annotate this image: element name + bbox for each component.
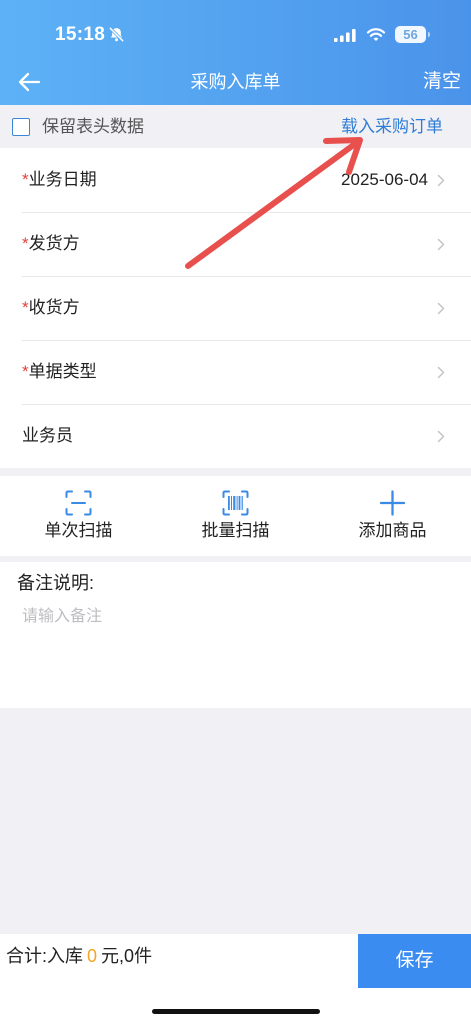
- action-label: 添加商品: [358, 521, 427, 540]
- required-asterisk: *: [22, 170, 29, 189]
- field-label-text: 业务日期: [28, 170, 97, 189]
- field-label: 业务员: [22, 404, 73, 468]
- total-label: 合计:入库: [6, 946, 84, 966]
- field-label: *业务日期: [22, 148, 97, 212]
- field-label: *收货方: [22, 276, 80, 340]
- field-label-text: 收货方: [28, 298, 80, 317]
- plus-icon: [379, 490, 406, 516]
- remarks-section: 备注说明:: [0, 562, 471, 708]
- remarks-label: 备注说明:: [17, 573, 95, 593]
- barcode-scan-icon: [222, 490, 249, 516]
- count-unit: 件: [134, 946, 153, 966]
- form-row-salesperson[interactable]: 业务员: [0, 404, 471, 468]
- app-header: 15:18 56 采购入库单 清空: [0, 0, 471, 105]
- form-row-shipper[interactable]: *发货方: [0, 212, 471, 276]
- bell-slash-icon: [108, 26, 125, 43]
- chevron-right-icon: [437, 430, 445, 443]
- signal-icon: [334, 29, 356, 42]
- status-time: 15:18: [55, 24, 106, 45]
- load-purchase-order-link[interactable]: 载入采购订单: [341, 105, 443, 148]
- chevron-right-icon: [437, 174, 445, 187]
- required-asterisk: *: [22, 298, 29, 317]
- status-bar: 15:18 56: [0, 0, 471, 58]
- batch-scan-button[interactable]: 批量扫描: [157, 476, 314, 556]
- field-label-text: 单据类型: [28, 362, 97, 381]
- form-row-document-type[interactable]: *单据类型: [0, 340, 471, 404]
- save-button[interactable]: 保存: [358, 934, 471, 988]
- chevron-right-icon: [437, 366, 445, 379]
- field-value: 2025-06-04: [341, 170, 428, 189]
- action-bar: 单次扫描 批量扫描 添加商品: [0, 476, 471, 556]
- field-label-text: 业务员: [22, 426, 73, 445]
- single-scan-button[interactable]: 单次扫描: [0, 476, 157, 556]
- add-product-button[interactable]: 添加商品: [314, 476, 471, 556]
- action-label: 批量扫描: [201, 521, 270, 540]
- field-label: *发货方: [22, 212, 80, 276]
- form-row-receiver[interactable]: *收货方: [0, 276, 471, 340]
- action-label: 单次扫描: [44, 521, 113, 540]
- total-amount: 0: [87, 946, 98, 966]
- field-label: *单据类型: [22, 340, 97, 404]
- chevron-right-icon: [437, 238, 445, 251]
- battery-icon: 56: [395, 26, 431, 43]
- remarks-input[interactable]: [22, 607, 452, 697]
- scan-icon: [65, 490, 92, 516]
- required-asterisk: *: [22, 234, 29, 253]
- keep-header-checkbox[interactable]: [12, 118, 30, 136]
- chevron-right-icon: [437, 302, 445, 315]
- header-form: *业务日期 2025-06-04 *发货方 *收货方 *单据类型 业务员: [0, 148, 471, 468]
- battery-level: 56: [403, 27, 418, 42]
- page-title: 采购入库单: [190, 72, 281, 92]
- total-summary: 合计:入库 0 元,0件: [6, 944, 152, 968]
- options-bar: 保留表头数据 载入采购订单: [0, 105, 471, 148]
- clear-button[interactable]: 清空: [423, 70, 461, 94]
- item-count: 0: [124, 946, 135, 966]
- amount-unit: 元,: [101, 946, 125, 966]
- field-label-text: 发货方: [28, 234, 80, 253]
- form-row-business-date[interactable]: *业务日期 2025-06-04: [0, 148, 471, 212]
- keep-header-label: 保留表头数据: [42, 117, 144, 136]
- home-indicator: [152, 1009, 320, 1014]
- wifi-icon: [366, 27, 386, 42]
- keep-header-option[interactable]: 保留表头数据: [0, 105, 200, 148]
- required-asterisk: *: [22, 362, 29, 381]
